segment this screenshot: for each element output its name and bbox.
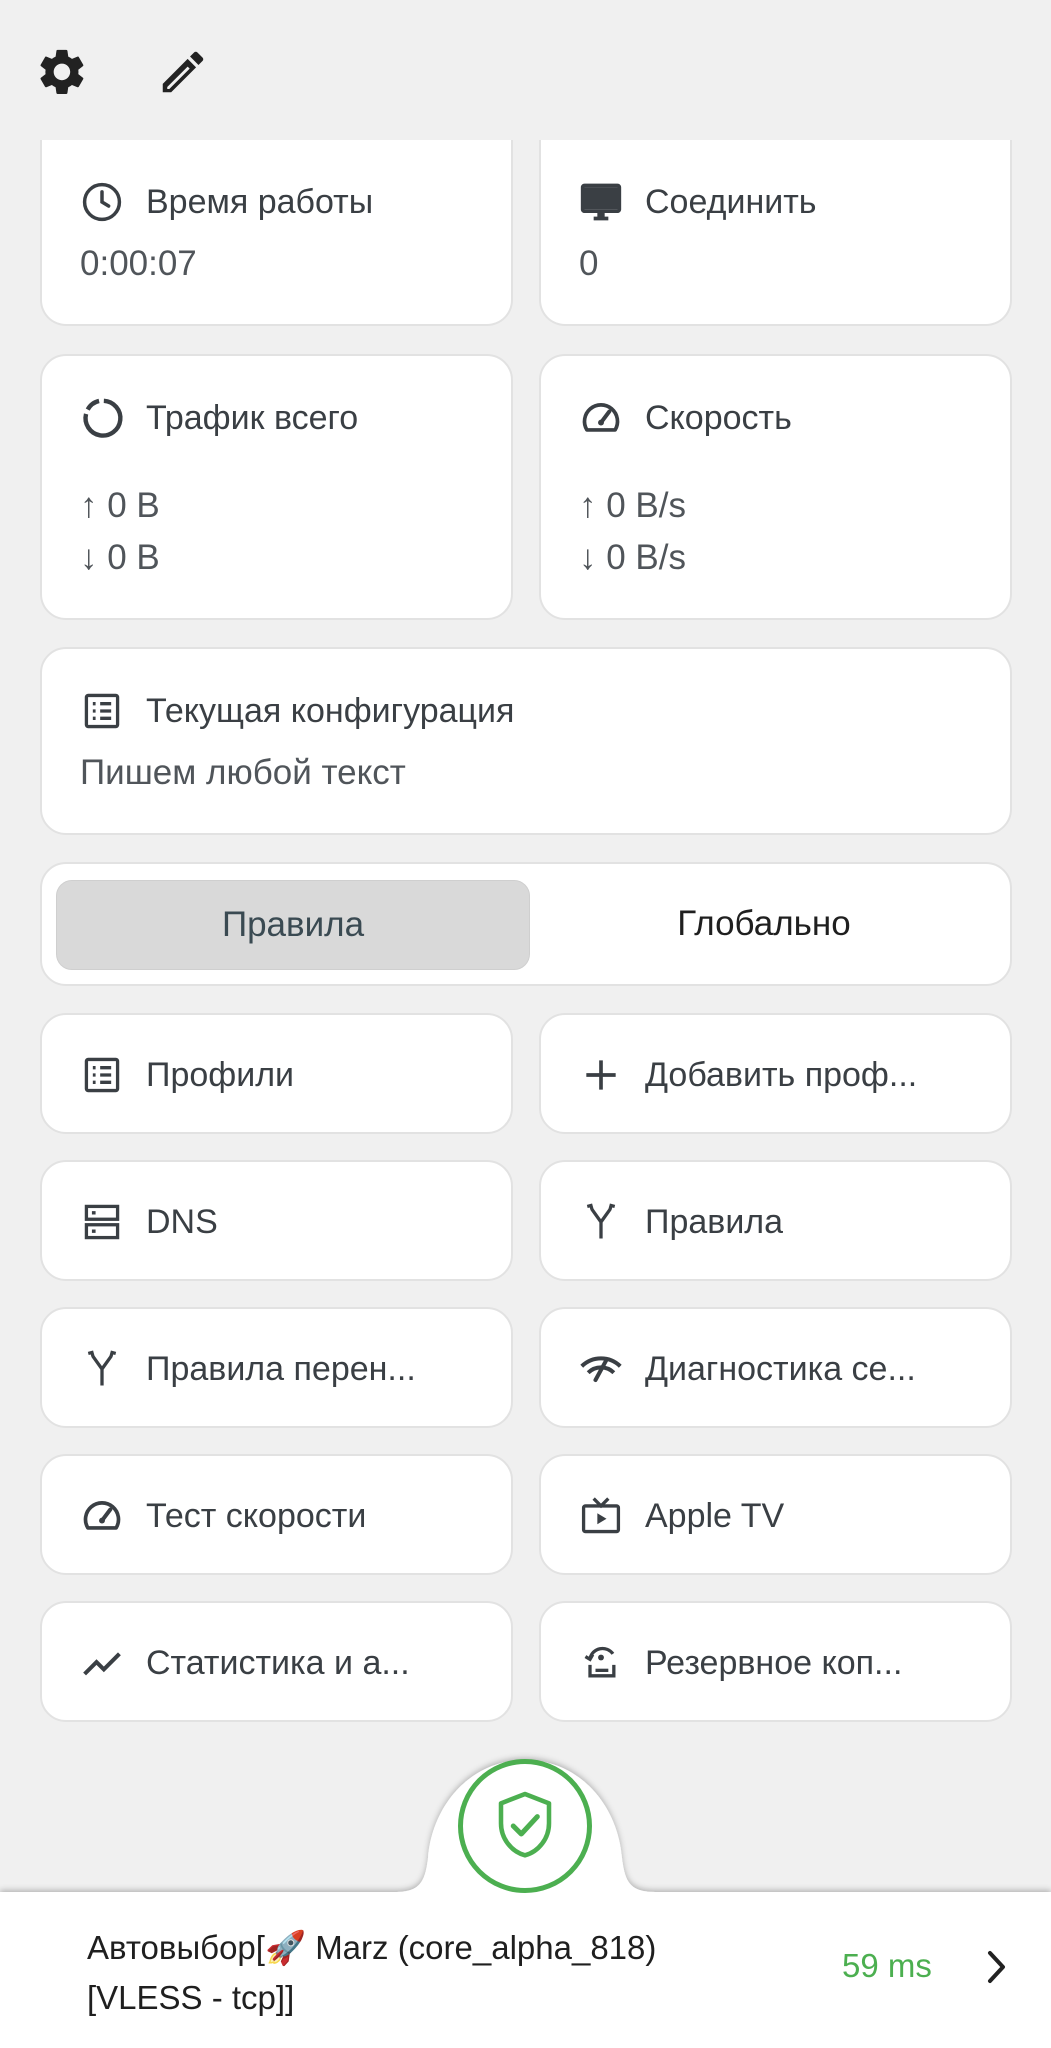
dns-tile[interactable]: DNS <box>40 1160 513 1281</box>
speedometer-icon <box>579 396 623 440</box>
connections-label: Соединить <box>645 182 817 221</box>
edit-button[interactable] <box>151 40 215 104</box>
route-icon <box>579 1200 623 1244</box>
server-icon <box>80 1200 124 1244</box>
uptime-label: Время работы <box>146 182 374 221</box>
add-profile-label: Добавить проф... <box>645 1055 918 1094</box>
speed-card: Скорость ↑ 0 B/s ↓ 0 B/s <box>539 354 1012 620</box>
speedometer-icon <box>80 1494 124 1538</box>
routing-rules-tile[interactable]: Правила перен... <box>40 1307 513 1428</box>
ring-icon <box>80 396 124 440</box>
backup-label: Резервное коп... <box>645 1643 903 1682</box>
connections-value: 0 <box>579 244 599 283</box>
mode-rules-option[interactable]: Правила <box>56 880 530 970</box>
list-icon <box>80 689 124 733</box>
uptime-card: Время работы 0:00:07 <box>40 140 513 326</box>
plus-icon <box>579 1053 623 1097</box>
server-name-line2: [VLESS - tcp]] <box>87 1979 295 2016</box>
current-config-label: Текущая конфигурация <box>146 691 515 730</box>
network-diagnostics-tile[interactable]: Диагностика се... <box>539 1307 1012 1428</box>
network-check-icon <box>579 1347 623 1391</box>
speed-up: ↑ 0 B/s <box>579 486 686 525</box>
traffic-down: ↓ 0 B <box>80 538 160 577</box>
traffic-label: Трафик всего <box>146 398 359 437</box>
gear-icon <box>33 43 91 101</box>
add-profile-tile[interactable]: Добавить проф... <box>539 1013 1012 1134</box>
shield-check-icon <box>493 1790 557 1862</box>
speed-down: ↓ 0 B/s <box>579 538 686 577</box>
backup-icon <box>579 1641 623 1685</box>
server-selector[interactable]: Автовыбор[🚀 Marz (core_alpha_818) [VLESS… <box>0 1895 1051 2040</box>
trend-icon <box>80 1641 124 1685</box>
clock-icon <box>80 180 124 224</box>
settings-button[interactable] <box>30 40 94 104</box>
speed-label: Скорость <box>645 398 792 437</box>
connections-card: Соединить 0 <box>539 140 1012 326</box>
rules-label: Правила <box>645 1202 784 1241</box>
rules-tile[interactable]: Правила <box>539 1160 1012 1281</box>
traffic-card: Трафик всего ↑ 0 B ↓ 0 B <box>40 354 513 620</box>
pencil-icon <box>156 45 210 99</box>
statistics-tile[interactable]: Статистика и а... <box>40 1601 513 1722</box>
chevron-right-icon <box>982 1949 1010 1985</box>
mode-switch: Правила Глобально <box>40 862 1012 986</box>
profiles-tile[interactable]: Профили <box>40 1013 513 1134</box>
route-icon <box>80 1347 124 1391</box>
server-name-line1: Автовыбор[🚀 Marz (core_alpha_818) <box>87 1929 657 1966</box>
routing-rules-label: Правила перен... <box>146 1349 416 1388</box>
current-config-card[interactable]: Текущая конфигурация Пишем любой текст <box>40 647 1012 835</box>
apple-tv-label: Apple TV <box>645 1496 785 1535</box>
current-config-value: Пишем любой текст <box>80 753 406 792</box>
mode-global-option[interactable]: Глобально <box>528 880 1000 968</box>
server-name: Автовыбор[🚀 Marz (core_alpha_818) [VLESS… <box>87 1923 787 2023</box>
uptime-value: 0:00:07 <box>80 244 197 283</box>
dns-label: DNS <box>146 1202 218 1241</box>
statistics-label: Статистика и а... <box>146 1643 410 1682</box>
speed-test-label: Тест скорости <box>146 1496 367 1535</box>
latency-value: 59 ms <box>842 1947 932 1984</box>
list-icon <box>80 1053 124 1097</box>
connect-button[interactable] <box>458 1759 592 1893</box>
network-diagnostics-label: Диагностика се... <box>645 1349 916 1388</box>
monitor-icon <box>579 180 623 224</box>
backup-tile[interactable]: Резервное коп... <box>539 1601 1012 1722</box>
apple-tv-tile[interactable]: Apple TV <box>539 1454 1012 1575</box>
speed-test-tile[interactable]: Тест скорости <box>40 1454 513 1575</box>
traffic-up: ↑ 0 B <box>80 486 160 525</box>
tv-icon <box>579 1494 623 1538</box>
profiles-label: Профили <box>146 1055 295 1094</box>
